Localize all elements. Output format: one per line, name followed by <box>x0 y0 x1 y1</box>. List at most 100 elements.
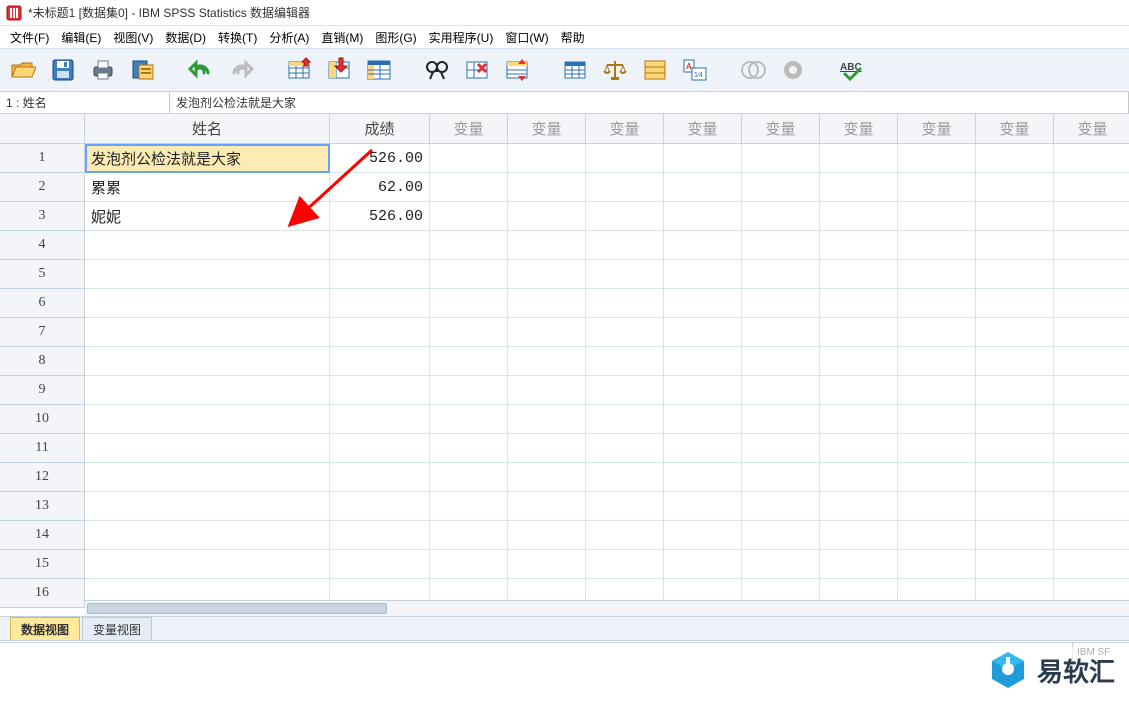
cell-empty[interactable] <box>586 318 664 347</box>
row-header[interactable]: 16 <box>0 579 85 608</box>
cell-empty[interactable] <box>664 405 742 434</box>
cell-empty[interactable] <box>508 318 586 347</box>
cell-empty[interactable] <box>430 260 508 289</box>
cell-empty[interactable] <box>1054 202 1129 231</box>
cell-empty[interactable] <box>742 289 820 318</box>
cell-empty[interactable] <box>85 463 330 492</box>
cell-empty[interactable] <box>898 231 976 260</box>
cell-empty[interactable] <box>820 173 898 202</box>
cell-empty[interactable] <box>586 376 664 405</box>
cell-empty[interactable] <box>976 434 1054 463</box>
cell-empty[interactable] <box>976 405 1054 434</box>
cell-empty[interactable] <box>898 463 976 492</box>
cell-empty[interactable] <box>664 231 742 260</box>
cell-empty[interactable] <box>664 492 742 521</box>
col-header-score[interactable]: 成绩 <box>330 114 430 144</box>
tab-variable-view[interactable]: 变量视图 <box>82 617 152 640</box>
cell-empty[interactable] <box>898 492 976 521</box>
cell-empty[interactable] <box>820 231 898 260</box>
cell-value-box[interactable]: 发泡剂公检法就是大家 <box>170 92 1129 113</box>
cell-empty[interactable] <box>898 202 976 231</box>
cell-empty[interactable] <box>85 492 330 521</box>
tab-data-view[interactable]: 数据视图 <box>10 617 80 640</box>
cell-empty[interactable] <box>820 463 898 492</box>
value-labels-icon[interactable] <box>640 55 670 85</box>
cell-empty[interactable] <box>508 492 586 521</box>
menu-utilities[interactable]: 实用程序(U) <box>423 27 500 48</box>
cell-empty[interactable] <box>976 550 1054 579</box>
cell-empty[interactable] <box>976 173 1054 202</box>
cell-empty[interactable] <box>586 231 664 260</box>
cell-empty[interactable] <box>820 318 898 347</box>
cell-empty[interactable] <box>586 173 664 202</box>
cell-empty[interactable] <box>508 550 586 579</box>
row-header[interactable]: 15 <box>0 550 85 579</box>
cell-empty[interactable] <box>742 202 820 231</box>
cell-empty[interactable] <box>330 231 430 260</box>
row-header[interactable]: 10 <box>0 405 85 434</box>
cell-score[interactable]: 526.00 <box>330 202 430 231</box>
cell-empty[interactable] <box>898 550 976 579</box>
menu-view[interactable]: 视图(V) <box>107 27 159 48</box>
cell-empty[interactable] <box>85 231 330 260</box>
cell-empty[interactable] <box>430 521 508 550</box>
cell-empty[interactable] <box>430 550 508 579</box>
corner-cell[interactable] <box>0 114 85 144</box>
cell-empty[interactable] <box>1054 173 1129 202</box>
cell-empty[interactable] <box>898 405 976 434</box>
col-header-var-7[interactable]: 变量 <box>898 114 976 144</box>
cell-empty[interactable] <box>742 463 820 492</box>
cell-empty[interactable] <box>976 202 1054 231</box>
weight-cases-icon[interactable] <box>600 55 630 85</box>
cell-empty[interactable] <box>820 289 898 318</box>
cell-empty[interactable] <box>898 521 976 550</box>
cell-empty[interactable] <box>742 173 820 202</box>
col-header-var-9[interactable]: 变量 <box>1054 114 1129 144</box>
cell-empty[interactable] <box>430 173 508 202</box>
cell-empty[interactable] <box>430 463 508 492</box>
cell-empty[interactable] <box>1054 521 1129 550</box>
cell-empty[interactable] <box>586 347 664 376</box>
cell-empty[interactable] <box>85 521 330 550</box>
cell-empty[interactable] <box>508 260 586 289</box>
cell-empty[interactable] <box>664 347 742 376</box>
cell-empty[interactable] <box>586 434 664 463</box>
cell-empty[interactable] <box>330 405 430 434</box>
goto-variable-icon[interactable] <box>324 55 354 85</box>
row-header[interactable]: 2 <box>0 173 85 202</box>
cell-empty[interactable] <box>742 376 820 405</box>
cell-empty[interactable] <box>330 434 430 463</box>
cell-empty[interactable] <box>820 521 898 550</box>
cell-empty[interactable] <box>85 347 330 376</box>
cell-empty[interactable] <box>664 260 742 289</box>
cell-empty[interactable] <box>976 289 1054 318</box>
col-header-var-6[interactable]: 变量 <box>820 114 898 144</box>
cell-empty[interactable] <box>330 550 430 579</box>
cell-empty[interactable] <box>1054 260 1129 289</box>
cell-empty[interactable] <box>430 434 508 463</box>
cell-empty[interactable] <box>508 289 586 318</box>
cell-empty[interactable] <box>820 376 898 405</box>
col-header-var-8[interactable]: 变量 <box>976 114 1054 144</box>
cell-empty[interactable] <box>820 202 898 231</box>
find-icon[interactable] <box>422 55 452 85</box>
open-folder-icon[interactable] <box>8 55 38 85</box>
cell-empty[interactable] <box>742 492 820 521</box>
cell-empty[interactable] <box>508 463 586 492</box>
cell-empty[interactable] <box>742 347 820 376</box>
cell-empty[interactable] <box>820 260 898 289</box>
col-header-var-3[interactable]: 变量 <box>586 114 664 144</box>
cell-empty[interactable] <box>1054 318 1129 347</box>
cell-empty[interactable] <box>330 318 430 347</box>
row-header[interactable]: 4 <box>0 231 85 260</box>
cell-empty[interactable] <box>664 376 742 405</box>
col-header-var-1[interactable]: 变量 <box>430 114 508 144</box>
cell-empty[interactable] <box>508 202 586 231</box>
cell-empty[interactable] <box>820 492 898 521</box>
cell-empty[interactable] <box>976 318 1054 347</box>
cell-empty[interactable] <box>1054 376 1129 405</box>
menu-transform[interactable]: 转换(T) <box>212 27 263 48</box>
cell-empty[interactable] <box>85 550 330 579</box>
cell-empty[interactable] <box>85 289 330 318</box>
cell-empty[interactable] <box>586 405 664 434</box>
